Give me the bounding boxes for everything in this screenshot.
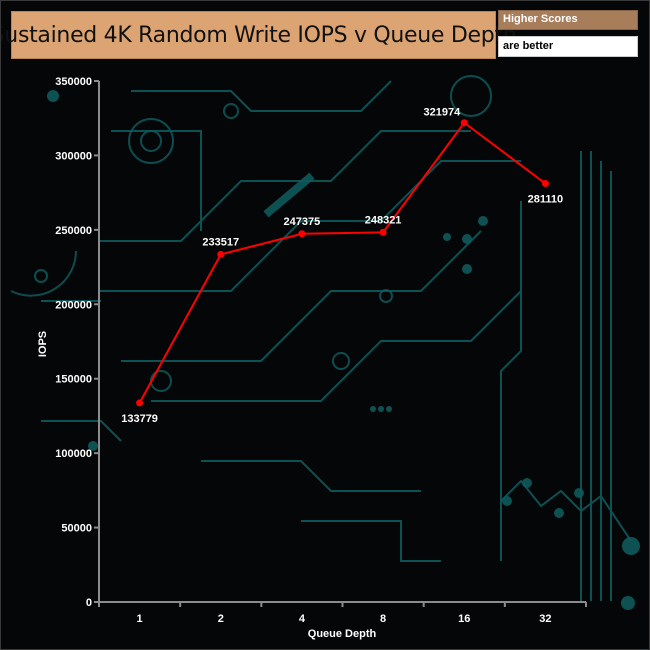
x-tick-label: 1 <box>137 613 143 625</box>
data-point <box>217 250 225 258</box>
data-point <box>298 230 306 238</box>
data-point <box>541 180 549 188</box>
x-axis-label: Queue Depth <box>308 628 377 640</box>
y-tick-label: 300000 <box>55 150 92 162</box>
x-tick-label: 8 <box>380 613 386 625</box>
y-tick-label: 100000 <box>55 448 92 460</box>
data-point <box>379 228 387 236</box>
data-point <box>136 399 144 407</box>
y-tick-label: 200000 <box>55 299 92 311</box>
series-line <box>138 121 547 404</box>
x-tick-label: 4 <box>299 613 306 625</box>
y-tick-label: 150000 <box>55 374 92 386</box>
x-tick-label: 32 <box>539 613 551 625</box>
data-label: 133779 <box>121 413 158 425</box>
y-tick-label: 350000 <box>55 76 92 88</box>
data-label: 247375 <box>284 216 321 228</box>
data-labels: 133779 233517 247375 248321 321974 281110 <box>121 107 563 425</box>
x-tick-label: 2 <box>218 613 224 625</box>
data-label: 233517 <box>202 236 239 248</box>
data-label: 281110 <box>528 194 564 206</box>
y-tick-labels: 0 50000 100000 150000 200000 250000 300000 3500… <box>55 76 92 609</box>
line-chart: 0 50000 100000 150000 200000 250000 300000 3500… <box>37 76 587 640</box>
x-tick-labels: 1 2 4 8 16 32 <box>137 613 552 625</box>
data-point <box>460 119 468 127</box>
chart-frame: Sustained 4K Random Write IOPS v Queue D… <box>0 0 650 650</box>
y-axis-label: IOPS <box>37 331 49 357</box>
series <box>136 119 549 407</box>
x-tick-label: 16 <box>458 613 470 625</box>
data-label: 248321 <box>365 214 402 226</box>
y-tick-label: 0 <box>86 597 92 609</box>
data-label: 321974 <box>424 107 462 119</box>
y-tick-label: 50000 <box>61 523 92 535</box>
y-tick-label: 250000 <box>55 225 92 237</box>
